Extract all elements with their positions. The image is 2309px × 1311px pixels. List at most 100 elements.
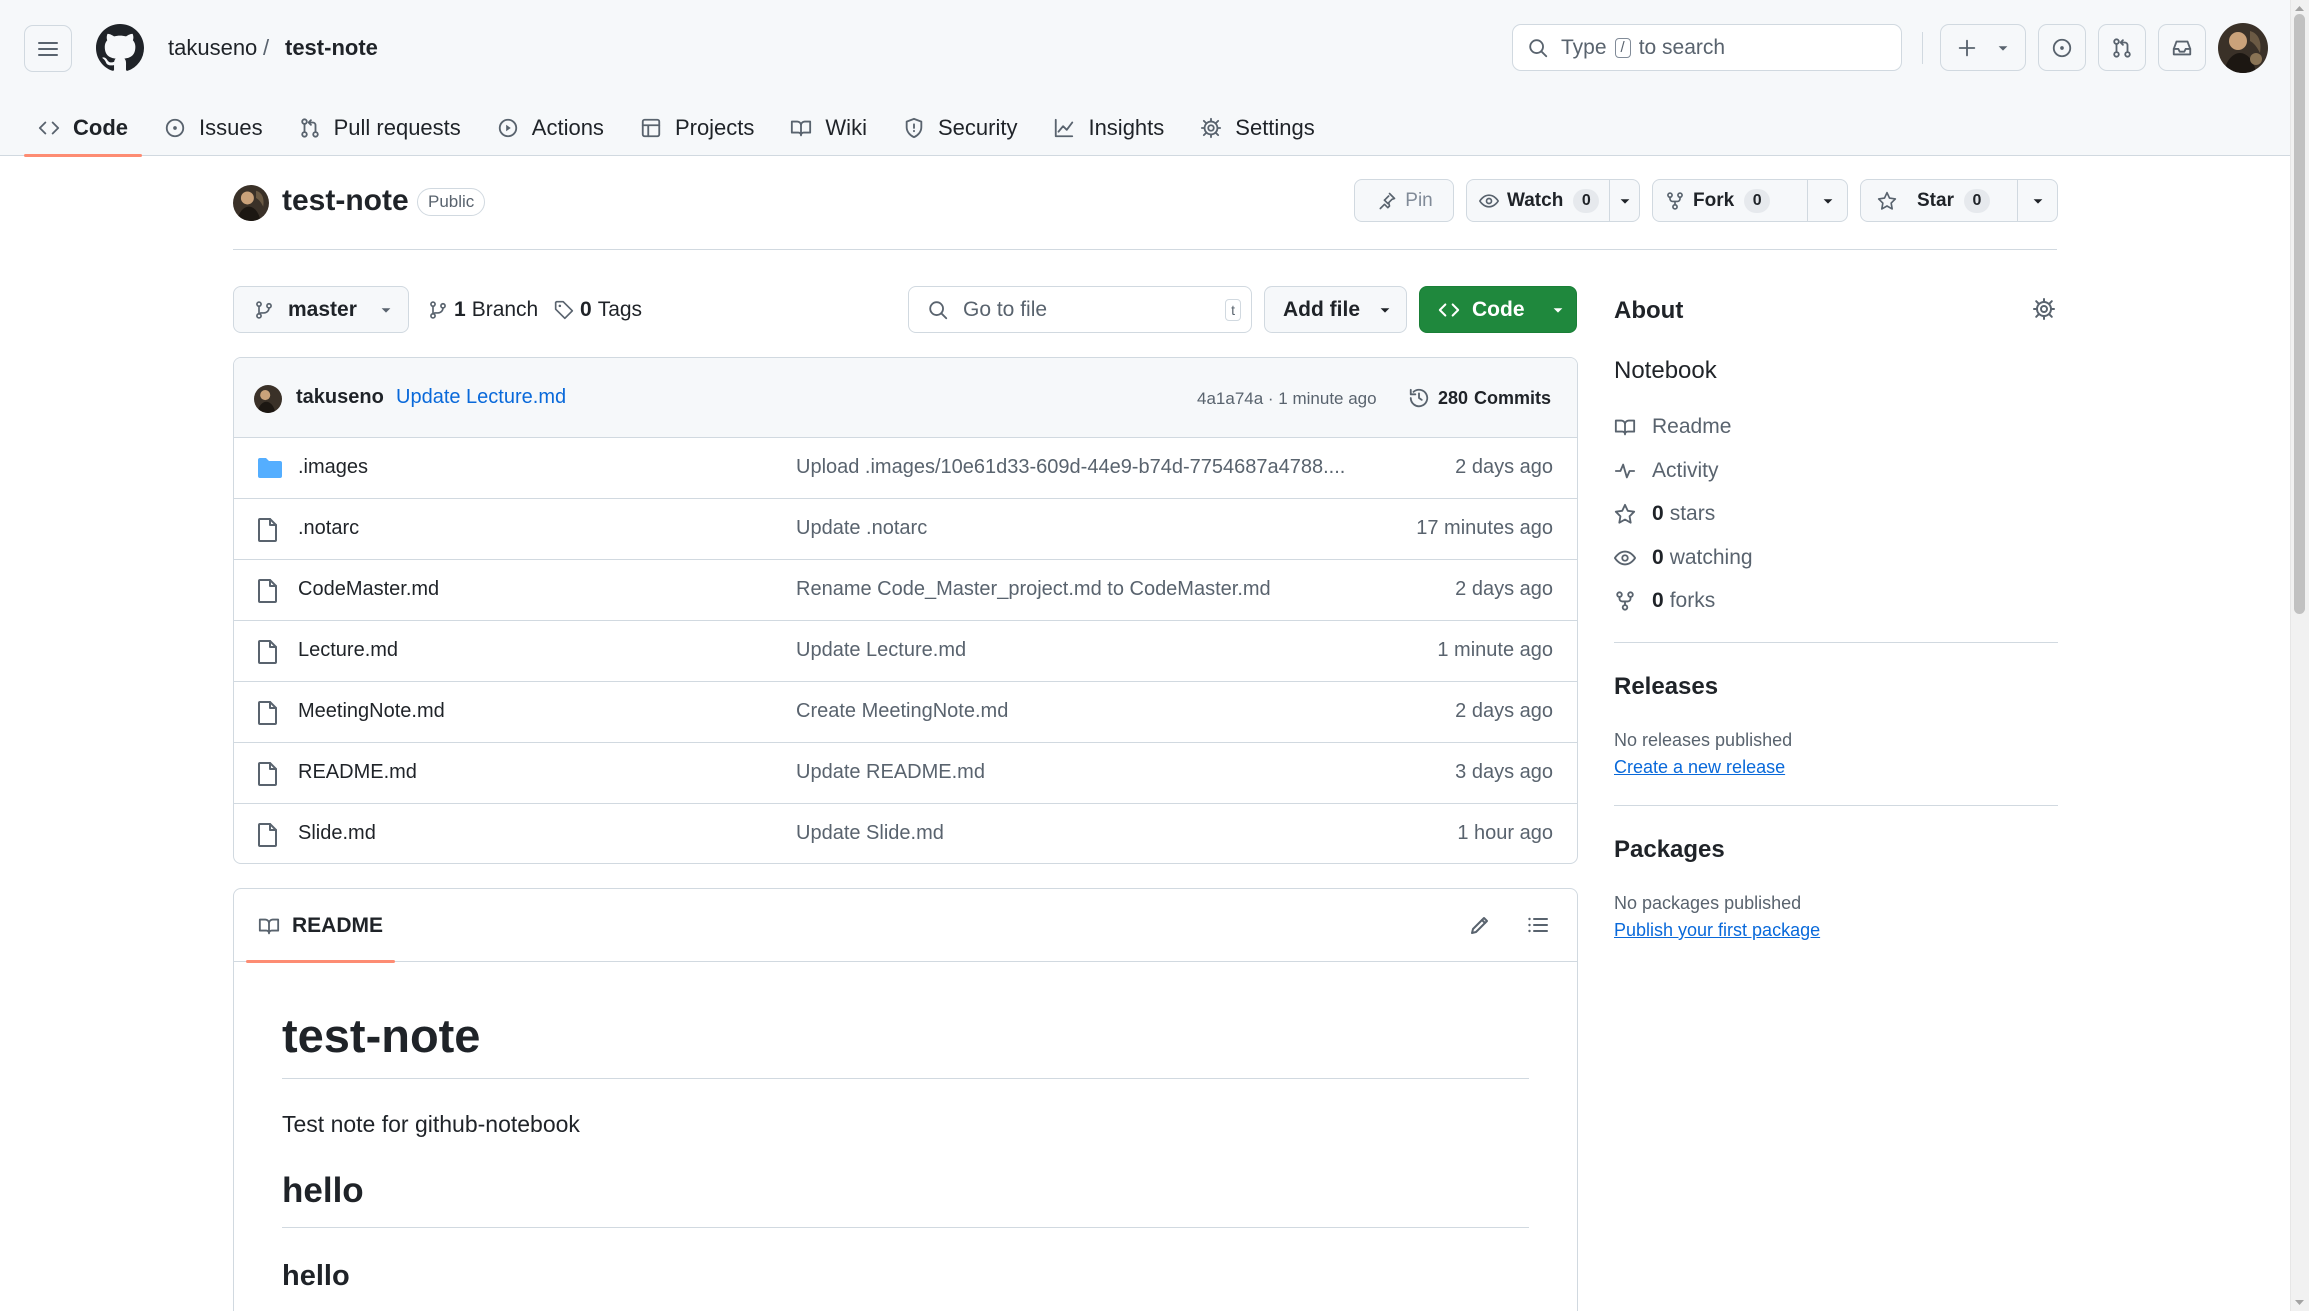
user-avatar[interactable] — [2218, 23, 2268, 73]
search-input[interactable]: Type / to search — [1512, 24, 1902, 71]
menu-button[interactable] — [24, 25, 72, 72]
repo-title[interactable]: test-note — [282, 184, 409, 218]
scrollbar-thumb[interactable] — [2294, 14, 2305, 614]
commit-author-avatar[interactable] — [254, 385, 282, 413]
file-commit-message[interactable]: Update .notarc — [796, 517, 1376, 540]
tab-projects[interactable]: Projects — [626, 100, 768, 156]
file-commit-message[interactable]: Upload .images/10e61d33-609d-44e9-b74d-7… — [796, 456, 1376, 479]
file-name[interactable]: README.md — [298, 761, 417, 784]
fork-count: 0 — [1744, 188, 1771, 213]
repo-owner-avatar[interactable] — [233, 185, 269, 221]
file-commit-message[interactable]: Create MeetingNote.md — [796, 700, 1376, 723]
tab-actions-label: Actions — [531, 115, 604, 140]
file-commit-message[interactable]: Update Slide.md — [796, 822, 1376, 845]
create-new-button[interactable] — [1940, 24, 2026, 71]
table-row[interactable]: .notarc Update .notarc 17 minutes ago — [234, 499, 1577, 560]
star-dropdown[interactable] — [2017, 180, 2057, 221]
branch-selector[interactable]: master — [233, 286, 409, 333]
table-row[interactable]: README.md Update README.md 3 days ago — [234, 743, 1577, 804]
breadcrumb-owner[interactable]: takuseno — [168, 34, 257, 62]
file-browser: takuseno Update Lecture.md 4a1a74a · 1 m… — [233, 357, 1578, 864]
forks-label: forks — [1669, 589, 1716, 612]
triangle-down-icon — [1823, 198, 1832, 204]
scroll-up-arrow-icon[interactable] — [2294, 3, 2305, 13]
table-row[interactable]: Lecture.md Update Lecture.md 1 minute ag… — [234, 621, 1577, 682]
add-file-button[interactable]: Add file — [1264, 286, 1407, 333]
avatar-image-icon — [254, 385, 282, 413]
file-commit-message[interactable]: Rename Code_Master_project.md to CodeMas… — [796, 578, 1376, 601]
inbox-button[interactable] — [2158, 24, 2206, 71]
table-row[interactable]: MeetingNote.md Create MeetingNote.md 2 d… — [234, 682, 1577, 743]
tab-pull-requests[interactable]: Pull requests — [285, 100, 475, 156]
watch-dropdown[interactable] — [1609, 180, 1639, 221]
list-unordered-icon[interactable] — [1526, 913, 1550, 937]
file-name[interactable]: Lecture.md — [298, 639, 398, 662]
pull-requests-button[interactable] — [2098, 24, 2146, 71]
packages-title[interactable]: Packages — [1614, 836, 1725, 864]
tab-code[interactable]: Code — [24, 100, 142, 157]
readme-panel: README test-note Test note for github-no… — [233, 888, 1578, 1311]
fork-icon — [1616, 591, 1634, 611]
file-commit-message[interactable]: Update README.md — [796, 761, 1376, 784]
watching-link[interactable]: 0 watching — [1614, 546, 1753, 570]
commit-author[interactable]: takuseno — [296, 386, 384, 409]
create-release-link[interactable]: Create a new release — [1614, 757, 1785, 778]
tags-link[interactable]: 0 Tags — [554, 298, 642, 322]
commit-message-link[interactable]: Update Lecture.md — [396, 386, 566, 409]
table-row[interactable]: .images Upload .images/10e61d33-609d-44e… — [234, 438, 1577, 499]
commits-history-link[interactable]: 280 Commits — [1408, 387, 1551, 409]
tab-security[interactable]: Security — [889, 100, 1031, 156]
file-name[interactable]: .notarc — [298, 517, 359, 540]
tab-issues[interactable]: Issues — [150, 100, 277, 156]
file-name[interactable]: MeetingNote.md — [298, 700, 445, 723]
file-name[interactable]: Slide.md — [298, 822, 376, 845]
breadcrumb-repo[interactable]: test-note — [285, 34, 378, 62]
pin-button[interactable]: Pin — [1354, 179, 1454, 222]
activity-link-label: Activity — [1652, 459, 1719, 482]
scroll-down-arrow-icon[interactable] — [2294, 1298, 2305, 1308]
issue-icon — [165, 118, 185, 138]
readme-header: README — [234, 889, 1577, 963]
file-commit-message[interactable]: Update Lecture.md — [796, 639, 1376, 662]
file-commit-time: 2 days ago — [1455, 456, 1553, 478]
pencil-icon[interactable] — [1468, 913, 1492, 937]
readme-link[interactable]: Readme — [1614, 415, 1731, 439]
issue-icon — [2052, 38, 2072, 57]
branches-link[interactable]: 1 Branch — [428, 298, 538, 322]
go-to-file-input[interactable]: Go to file t — [908, 286, 1252, 333]
fork-label: Fork — [1693, 189, 1735, 211]
readme-heading-3: hello — [282, 1260, 350, 1292]
file-name[interactable]: CodeMaster.md — [298, 578, 439, 601]
releases-title[interactable]: Releases — [1614, 673, 1718, 701]
commit-hash-time[interactable]: 4a1a74a · 1 minute ago — [1197, 389, 1377, 409]
forks-link[interactable]: 0 forks — [1614, 589, 1715, 613]
tab-actions[interactable]: Actions — [483, 100, 618, 156]
code-download-button[interactable]: Code — [1419, 286, 1577, 333]
file-icon — [258, 579, 277, 603]
readme-heading-1: test-note — [282, 1008, 1529, 1079]
history-icon — [1409, 388, 1429, 408]
table-row[interactable]: Slide.md Update Slide.md 1 hour ago — [234, 804, 1577, 863]
watch-button[interactable]: Watch 0 — [1466, 179, 1640, 222]
avatar-image-icon — [233, 185, 269, 221]
star-button[interactable]: Star 0 — [1860, 179, 2058, 222]
fork-dropdown[interactable] — [1807, 180, 1847, 221]
search-icon — [929, 300, 948, 319]
gear-icon[interactable] — [2032, 297, 2056, 321]
github-logo-icon[interactable] — [96, 24, 144, 72]
fork-button[interactable]: Fork 0 — [1652, 179, 1848, 222]
tab-settings[interactable]: Settings — [1186, 100, 1329, 156]
star-label: Star — [1917, 189, 1954, 211]
issues-button[interactable] — [2038, 24, 2086, 71]
file-icon — [258, 762, 277, 786]
activity-link[interactable]: Activity — [1614, 459, 1719, 483]
table-row[interactable]: CodeMaster.md Rename Code_Master_project… — [234, 560, 1577, 621]
readme-tab[interactable]: README — [246, 889, 396, 963]
tab-insights[interactable]: Insights — [1039, 100, 1178, 156]
triangle-down-icon — [381, 307, 391, 313]
file-icon — [258, 701, 277, 725]
file-name[interactable]: .images — [298, 456, 368, 479]
tab-wiki[interactable]: Wiki — [776, 100, 881, 156]
publish-package-link[interactable]: Publish your first package — [1614, 920, 1820, 941]
stars-link[interactable]: 0 stars — [1614, 502, 1715, 526]
